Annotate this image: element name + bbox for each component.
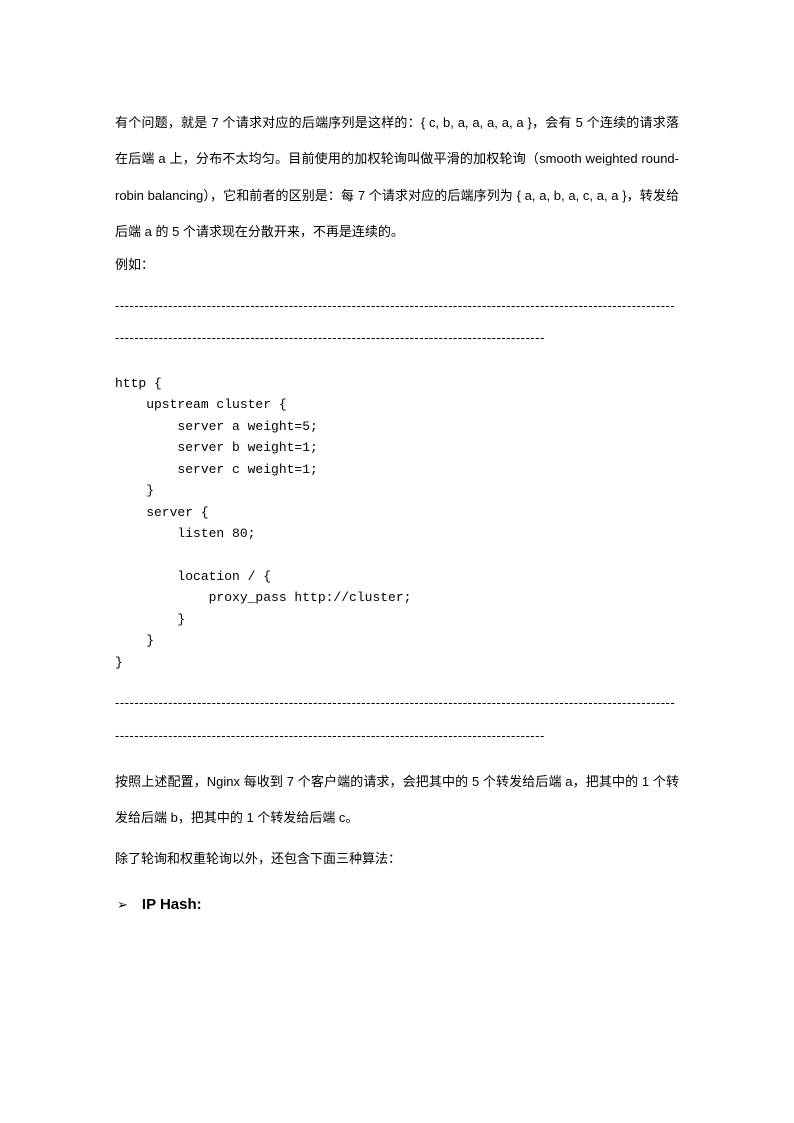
document-content: 有个问题，就是 7 个请求对应的后端序列是这样的：{ c, b, a, a, a… bbox=[115, 105, 679, 917]
divider-bottom: ----------------------------------------… bbox=[115, 687, 679, 752]
example-label: 例如： bbox=[115, 253, 679, 276]
divider-top: ----------------------------------------… bbox=[115, 290, 679, 355]
code-block: http { upstream cluster { server a weigh… bbox=[115, 373, 679, 673]
bullet-item: ➢ IP Hash: bbox=[115, 893, 679, 917]
paragraph-config-desc: 按照上述配置，Nginx 每收到 7 个客户端的请求，会把其中的 5 个转发给后… bbox=[115, 764, 679, 837]
arrow-icon: ➢ bbox=[117, 895, 128, 916]
bullet-heading: IP Hash: bbox=[142, 893, 202, 917]
paragraph-intro: 有个问题，就是 7 个请求对应的后端序列是这样的：{ c, b, a, a, a… bbox=[115, 105, 679, 251]
paragraph-algorithms: 除了轮询和权重轮询以外，还包含下面三种算法： bbox=[115, 845, 679, 874]
